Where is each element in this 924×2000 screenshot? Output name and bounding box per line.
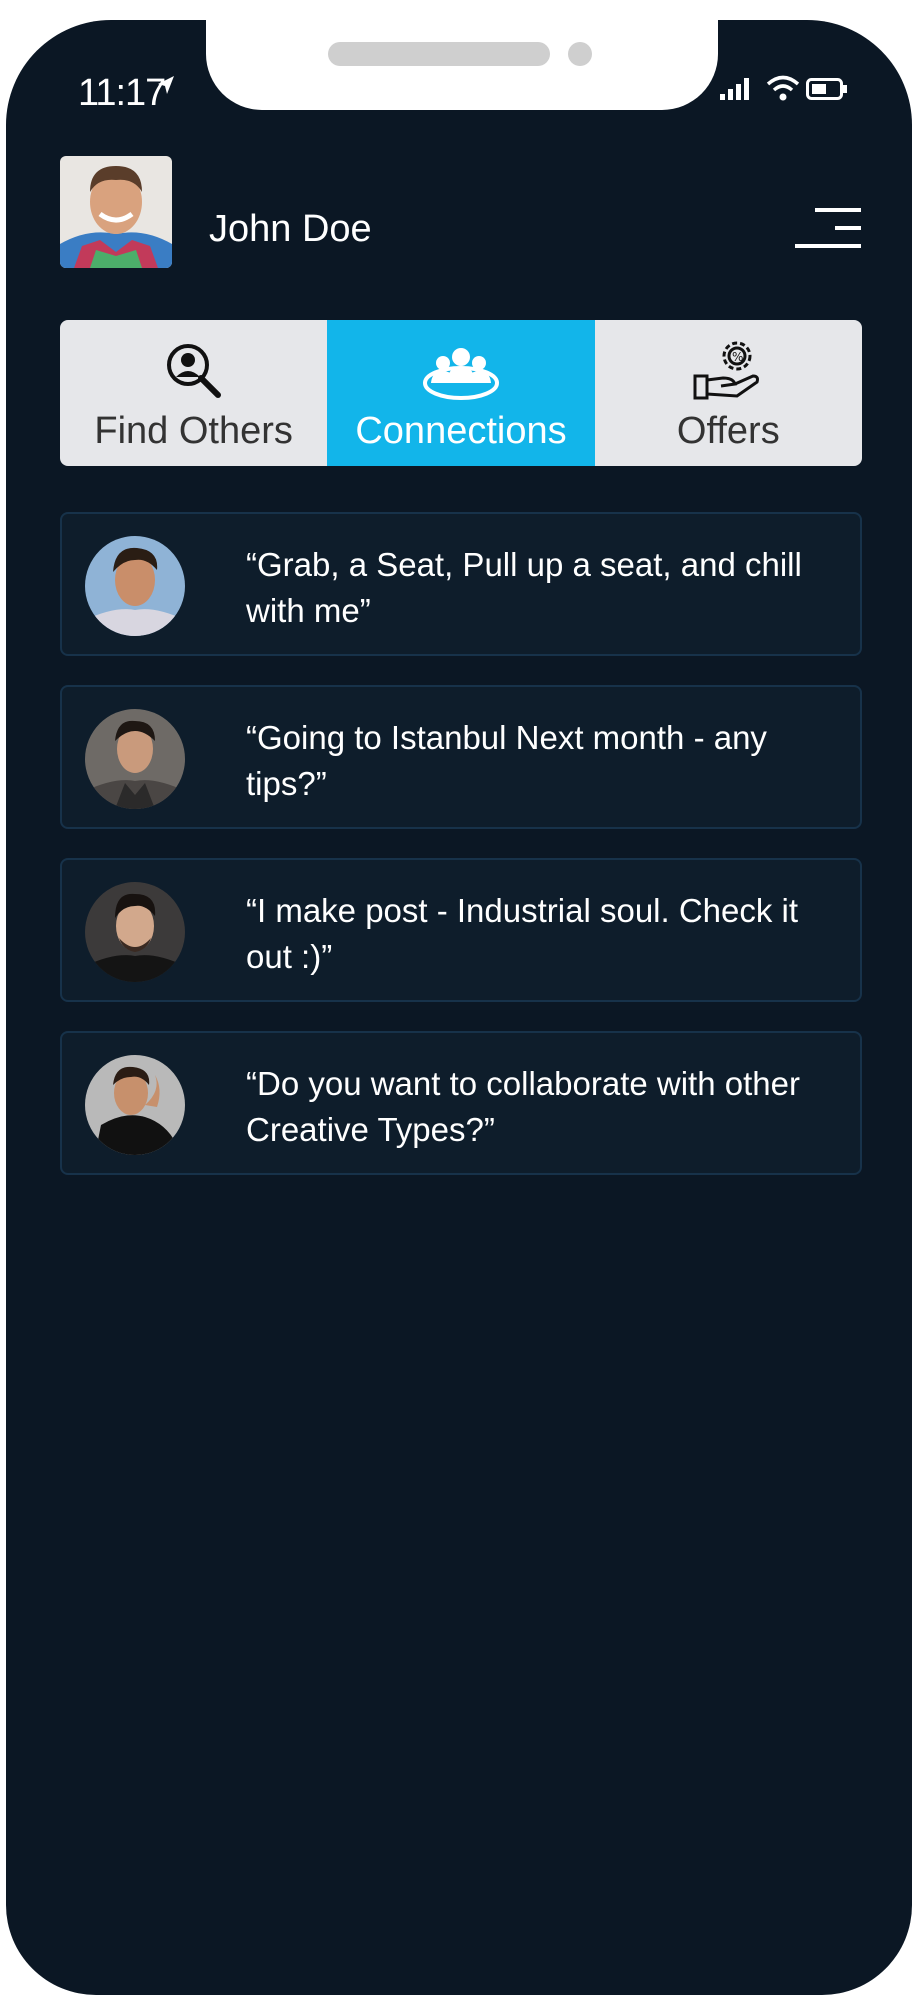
tab-label: Connections bbox=[355, 410, 567, 452]
hand-gear-icon: % bbox=[693, 341, 760, 400]
connection-message: “Do you want to collaborate with other C… bbox=[246, 1065, 800, 1148]
tab-label: Offers bbox=[676, 410, 780, 452]
search-person-icon bbox=[166, 344, 221, 398]
user-name: John Doe bbox=[209, 208, 372, 250]
tab-find-others[interactable]: Find Others bbox=[60, 320, 327, 466]
avatar[interactable] bbox=[85, 536, 185, 636]
connections-list: “Grab, a Seat, Pull up a seat, and chill… bbox=[60, 512, 862, 1204]
group-icon bbox=[422, 348, 499, 400]
phone-screen: 11:17 John Doe Find Others Connections %… bbox=[6, 20, 912, 1995]
tab-connections[interactable]: Connections bbox=[327, 320, 595, 466]
battery-icon bbox=[806, 78, 847, 100]
avatar[interactable] bbox=[85, 709, 185, 809]
wifi-icon bbox=[766, 75, 800, 101]
connection-message: “I make post - Industrial soul. Check it… bbox=[246, 892, 799, 975]
location-arrow-icon bbox=[158, 76, 174, 94]
avatar[interactable] bbox=[85, 1055, 185, 1155]
connection-message: “Grab, a Seat, Pull up a seat, and chill… bbox=[246, 546, 802, 629]
list-item[interactable]: “Do you want to collaborate with other C… bbox=[60, 1031, 862, 1175]
front-camera bbox=[568, 42, 592, 66]
tab-offers[interactable]: % Offers bbox=[595, 320, 862, 466]
signal-icon bbox=[720, 78, 749, 100]
menu-icon[interactable] bbox=[795, 206, 861, 250]
avatar[interactable] bbox=[85, 882, 185, 982]
user-avatar[interactable] bbox=[60, 156, 172, 268]
list-item[interactable]: “I make post - Industrial soul. Check it… bbox=[60, 858, 862, 1002]
speaker bbox=[328, 42, 550, 66]
list-item[interactable]: “Going to Istanbul Next month - any tips… bbox=[60, 685, 862, 829]
status-time: 11:17 bbox=[78, 72, 166, 114]
list-item[interactable]: “Grab, a Seat, Pull up a seat, and chill… bbox=[60, 512, 862, 656]
tab-label: Find Others bbox=[94, 410, 293, 452]
connection-message: “Going to Istanbul Next month - any tips… bbox=[246, 719, 767, 802]
svg-text:%: % bbox=[732, 350, 743, 364]
tab-bar: Find Others Connections % Offers bbox=[60, 320, 862, 466]
